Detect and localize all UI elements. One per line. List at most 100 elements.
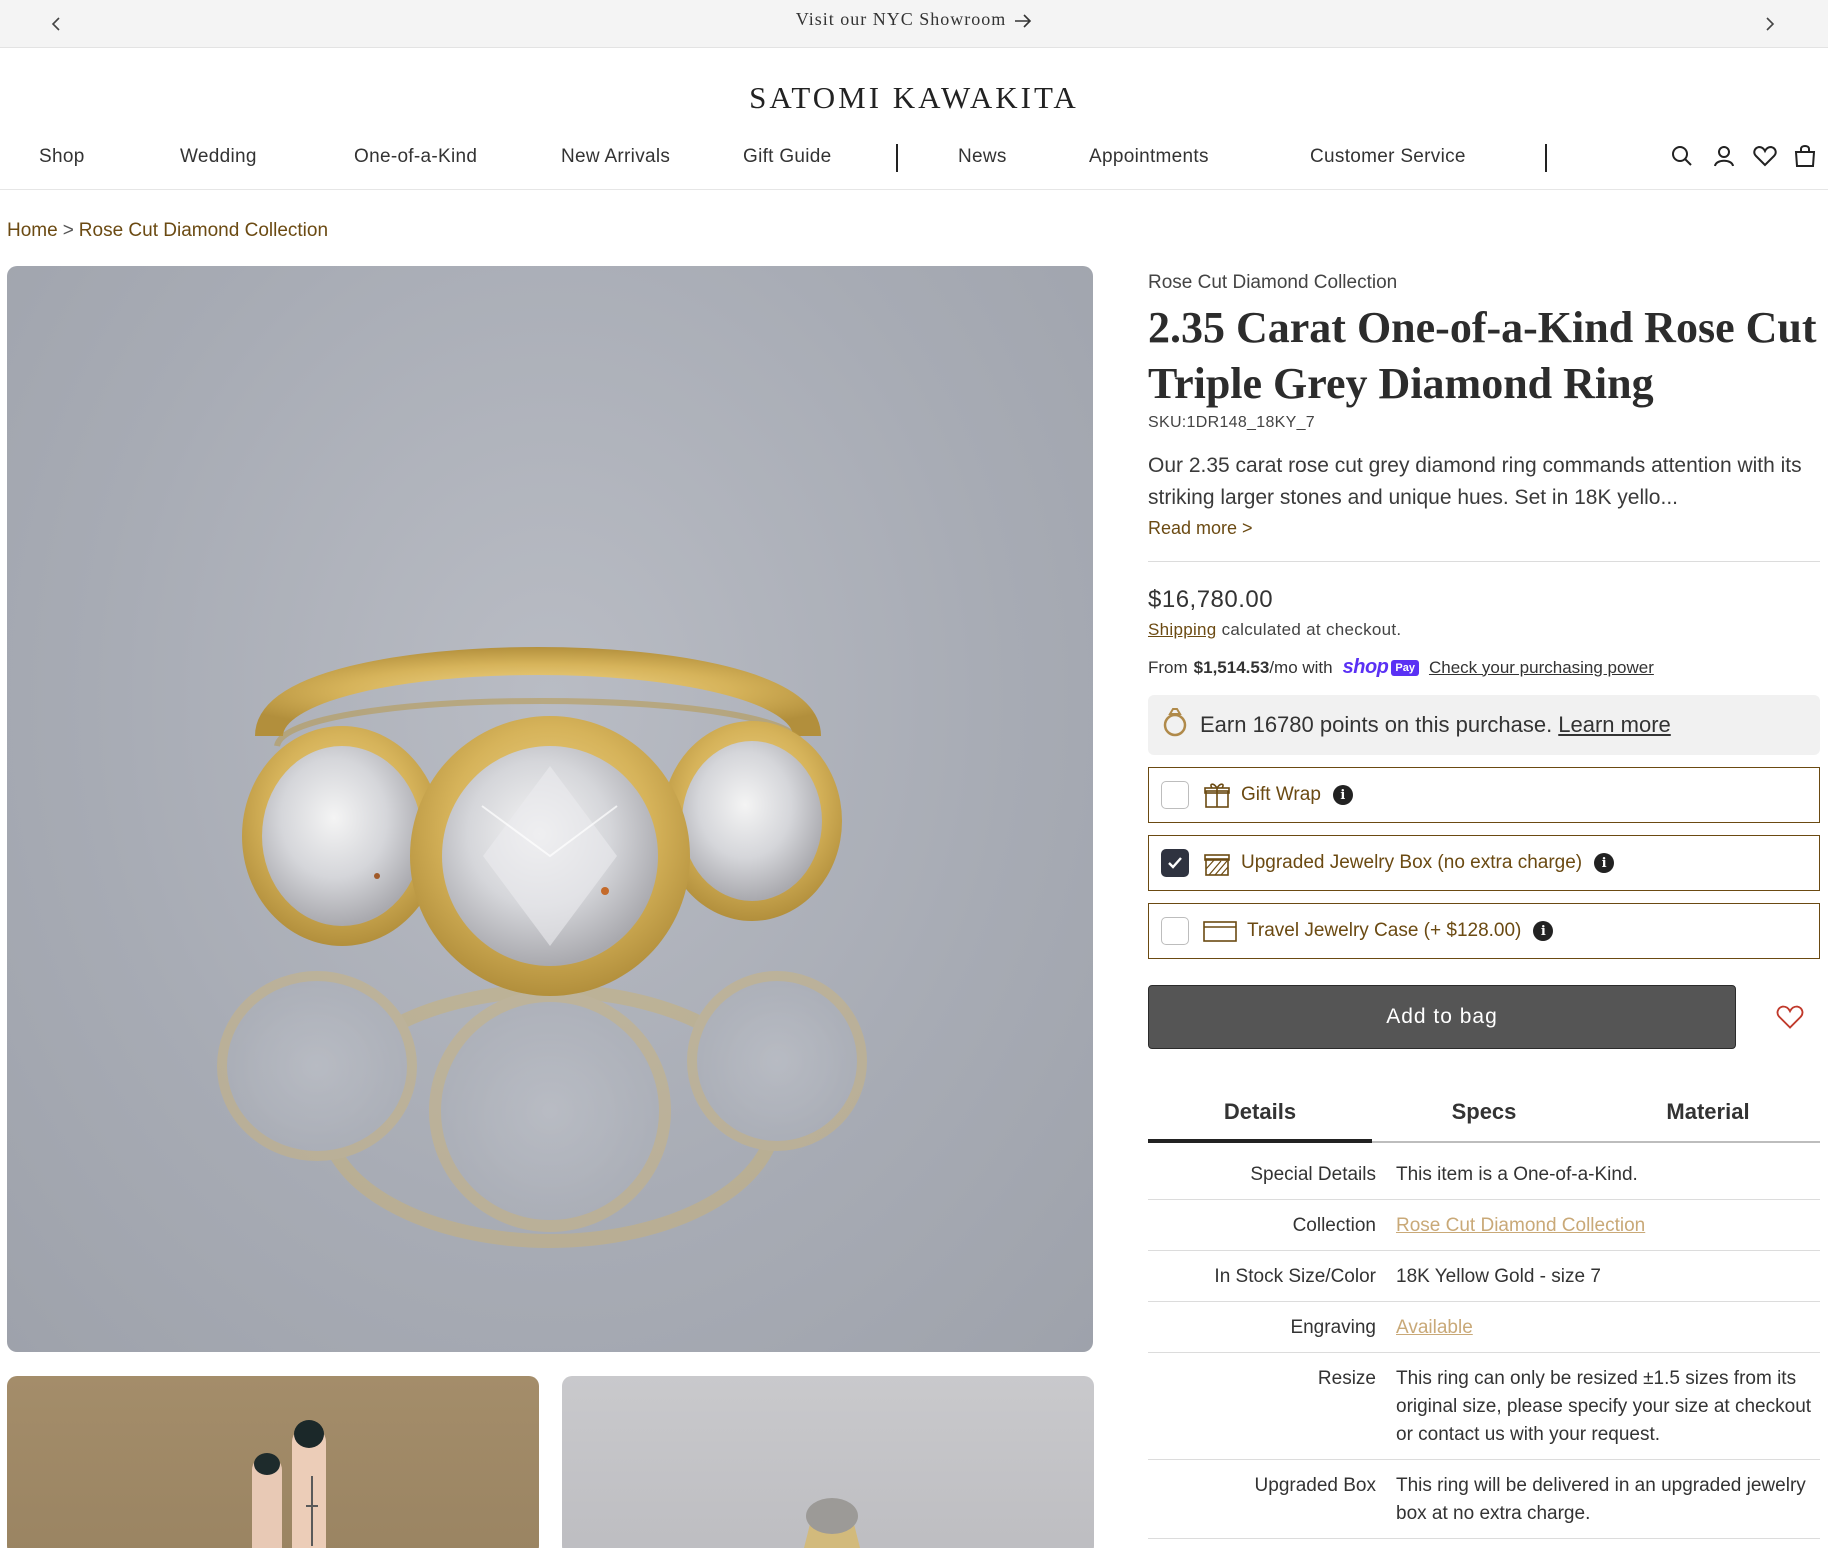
product-description: Our 2.35 carat rose cut grey diamond rin… (1148, 454, 1802, 509)
product-tabs: Details Specs Material (1148, 1089, 1820, 1143)
product-info: Rose Cut Diamond Collection 2.35 Carat O… (1148, 266, 1820, 1539)
search-button[interactable] (1668, 142, 1696, 170)
breadcrumb-separator: > (62, 220, 74, 241)
nav-item-new-arrivals[interactable]: New Arrivals (561, 146, 670, 168)
product-thumbnail-hand[interactable] (7, 1376, 539, 1548)
gift-wrap-label[interactable]: Gift Wrap (1241, 784, 1321, 806)
table-row: Upgraded Box This ring will be delivered… (1148, 1460, 1820, 1539)
shipping-link[interactable]: Shipping (1148, 620, 1217, 639)
upgraded-box-checkbox[interactable] (1161, 849, 1189, 877)
tab-details[interactable]: Details (1148, 1089, 1372, 1143)
table-row: In Stock Size/Color 18K Yellow Gold - si… (1148, 1251, 1820, 1302)
upgraded-box-label[interactable]: Upgraded Jewelry Box (no extra charge) (1241, 852, 1582, 874)
tab-material[interactable]: Material (1596, 1089, 1820, 1141)
table-row: Special Details This item is a One-of-a-… (1148, 1149, 1820, 1200)
table-row: Collection Rose Cut Diamond Collection (1148, 1200, 1820, 1251)
cart-actions: Add to bag (1148, 985, 1820, 1049)
detail-key: Engraving (1290, 1317, 1376, 1338)
product-title-line-1: 2.35 Carat One-of-a-Kind Rose Cut (1148, 303, 1817, 352)
detail-key: In Stock Size/Color (1214, 1266, 1376, 1287)
heart-outline-icon (1776, 1005, 1804, 1029)
product-title-line-2: Triple Grey Diamond Ring (1148, 359, 1654, 408)
nav-item-one-of-a-kind[interactable]: One-of-a-Kind (354, 146, 477, 168)
add-on-options: Gift Wrap i Upgraded Jewelry Box (no ext… (1148, 767, 1820, 959)
installment-prefix: From (1148, 657, 1188, 677)
detail-key: Upgraded Box (1254, 1475, 1376, 1496)
ring-top-view-photo (804, 1498, 860, 1548)
breadcrumb-home-link[interactable]: Home (7, 220, 58, 241)
option-travel-case[interactable]: Travel Jewelry Case (+ $128.00) i (1148, 903, 1820, 959)
points-text: Earn 16780 points on this purchase. (1200, 712, 1553, 737)
announcement-link[interactable]: Visit our NYC Showroom (0, 9, 1828, 30)
cart-button[interactable] (1791, 142, 1819, 170)
breadcrumb-current[interactable]: Rose Cut Diamond Collection (79, 220, 328, 241)
nav-item-customer-service[interactable]: Customer Service (1310, 146, 1466, 168)
breadcrumb: Home > Rose Cut Diamond Collection (7, 220, 328, 242)
product-main-image[interactable] (7, 266, 1093, 1352)
option-gift-wrap[interactable]: Gift Wrap i (1148, 767, 1820, 823)
nav-item-appointments[interactable]: Appointments (1089, 146, 1209, 168)
detail-value: This ring will be delivered in an upgrad… (1396, 1475, 1806, 1524)
nav-item-gift-guide[interactable]: Gift Guide (743, 146, 832, 168)
learn-more-link[interactable]: Learn more (1558, 712, 1671, 738)
travel-case-icon (1203, 919, 1237, 943)
detail-value: 18K Yellow Gold - size 7 (1396, 1266, 1601, 1287)
installment-note: From $1,514.53/mo with shop Pay Check yo… (1148, 656, 1820, 679)
next-announcement-button[interactable] (1756, 10, 1784, 38)
info-icon[interactable]: i (1594, 853, 1615, 873)
installment-amount: $1,514.53 (1193, 657, 1270, 677)
product-thumbnail-top-view[interactable] (562, 1376, 1094, 1548)
ring-icon (1162, 707, 1188, 743)
ring-photo (217, 647, 867, 1248)
rewards-points-banner: Earn 16780 points on this purchase. Lear… (1148, 695, 1820, 755)
add-to-bag-button[interactable]: Add to bag (1148, 985, 1736, 1049)
product-sku: SKU:1DR148_18KY_7 (1148, 414, 1315, 431)
engraving-link[interactable]: Available (1396, 1314, 1477, 1342)
product-collection[interactable]: Rose Cut Diamond Collection (1148, 272, 1820, 294)
option-upgraded-box[interactable]: Upgraded Jewelry Box (no extra charge) i (1148, 835, 1820, 891)
detail-key: Collection (1292, 1215, 1376, 1236)
add-to-wishlist-button[interactable] (1774, 1001, 1806, 1033)
brand-logo[interactable]: SATOMI KAWAKITA (0, 80, 1828, 116)
jewelry-box-icon (1203, 849, 1231, 877)
shipping-text: calculated at checkout. (1221, 620, 1402, 639)
nav-item-shop[interactable]: Shop (39, 146, 85, 168)
travel-case-checkbox[interactable] (1161, 917, 1189, 945)
details-table: Special Details This item is a One-of-a-… (1148, 1149, 1820, 1539)
shopping-bag-icon (1794, 145, 1816, 167)
product-title: 2.35 Carat One-of-a-Kind Rose Cut Triple… (1148, 300, 1820, 412)
detail-key: Special Details (1250, 1164, 1376, 1185)
main-nav: Shop Wedding One-of-a-Kind New Arrivals … (0, 134, 1828, 190)
search-icon (1672, 146, 1692, 166)
nav-divider (896, 144, 898, 172)
nav-item-news[interactable]: News (958, 146, 1007, 168)
wishlist-button[interactable] (1751, 142, 1779, 170)
nav-item-wedding[interactable]: Wedding (180, 146, 257, 168)
shop-pay-logo: shop Pay (1343, 656, 1419, 679)
detail-key: Resize (1317, 1368, 1376, 1389)
announcement-text[interactable]: Visit our NYC Showroom (796, 9, 1006, 29)
checkmark-icon (1168, 857, 1182, 869)
shipping-note: Shipping calculated at checkout. (1148, 620, 1820, 640)
gift-icon (1203, 781, 1231, 809)
travel-case-label[interactable]: Travel Jewelry Case (+ $128.00) (1247, 920, 1521, 942)
announcement-bar: Visit our NYC Showroom (0, 0, 1828, 48)
tab-specs[interactable]: Specs (1372, 1089, 1596, 1141)
shop-wordmark: shop (1342, 656, 1389, 678)
installment-suffix: /mo with (1269, 657, 1333, 677)
purchasing-power-link[interactable]: Check your purchasing power (1429, 658, 1654, 678)
user-icon (1714, 146, 1734, 167)
info-icon[interactable]: i (1332, 785, 1353, 805)
hand-photo (252, 1420, 326, 1548)
heart-icon (1753, 145, 1777, 167)
detail-value: This item is a One-of-a-Kind. (1396, 1164, 1638, 1185)
table-row: Resize This ring can only be resized ±1.… (1148, 1353, 1820, 1460)
divider (1148, 561, 1820, 562)
account-button[interactable] (1710, 142, 1738, 170)
collection-link[interactable]: Rose Cut Diamond Collection (1396, 1212, 1649, 1240)
gift-wrap-checkbox[interactable] (1161, 781, 1189, 809)
read-more-link[interactable]: Read more > (1148, 518, 1820, 539)
arrow-right-icon (1015, 14, 1032, 28)
nav-divider (1545, 144, 1547, 172)
info-icon[interactable]: i (1533, 921, 1554, 941)
